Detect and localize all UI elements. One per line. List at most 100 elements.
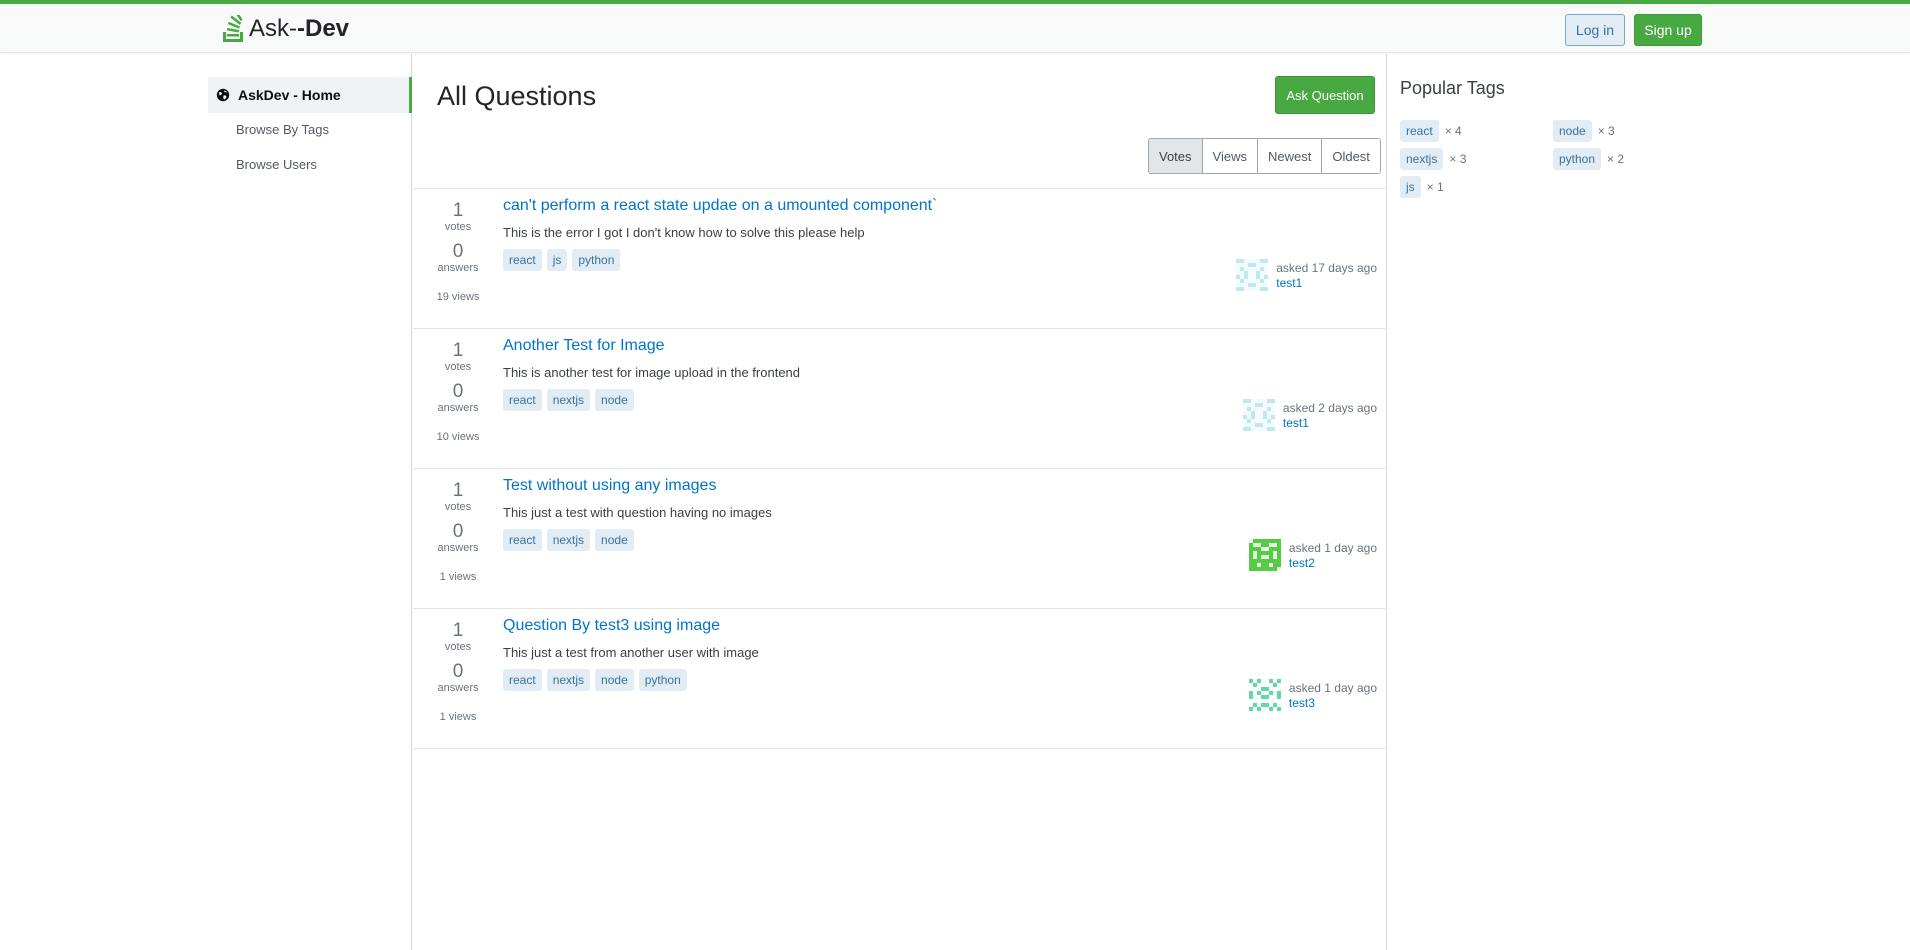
tag[interactable]: react <box>503 249 542 271</box>
asked-time: asked 1 day ago <box>1288 681 1377 695</box>
tag[interactable]: node <box>595 669 634 691</box>
question-list: 1 votes 0 answers 19 views can't perform… <box>413 189 1387 749</box>
view-count: 1 views <box>439 571 477 583</box>
votes-label: votes <box>444 221 472 233</box>
question-title-link[interactable]: can't perform a react state updae on a u… <box>503 197 937 215</box>
tag[interactable]: node <box>595 389 634 411</box>
question-tags: react nextjs node <box>503 529 634 551</box>
question-title-link[interactable]: Test without using any images <box>503 477 716 495</box>
votes-label: votes <box>444 641 472 653</box>
username-link[interactable]: test3 <box>1289 696 1377 711</box>
nav-browse-tags[interactable]: Browse By Tags <box>236 122 329 137</box>
answer-count: 0 <box>452 661 464 682</box>
logo-stack-icon <box>223 15 243 42</box>
question-item: 1 votes 0 answers 1 views Question By te… <box>413 609 1387 749</box>
tag[interactable]: nextjs <box>546 669 591 691</box>
owner-info: asked 1 day ago test2 <box>1289 541 1377 571</box>
nav-home-label: AskDev - Home <box>238 87 341 103</box>
avatar[interactable] <box>1242 399 1275 431</box>
avatar[interactable] <box>1248 539 1281 571</box>
votes-label: votes <box>444 501 472 513</box>
answer-count: 0 <box>452 521 464 542</box>
asked-time: asked 17 days ago <box>1276 261 1377 275</box>
question-owner: asked 2 days ago test1 <box>1242 399 1377 431</box>
view-count: 10 views <box>436 431 480 443</box>
answer-count: 0 <box>452 241 464 262</box>
tag[interactable]: python <box>638 669 687 691</box>
popular-tag[interactable]: js <box>1400 176 1421 198</box>
username-link[interactable]: test1 <box>1276 276 1377 291</box>
question-excerpt: This just a test from another user with … <box>503 645 759 660</box>
vote-count: 1 <box>452 200 464 221</box>
tag[interactable]: nextjs <box>546 529 591 551</box>
tag[interactable]: nextjs <box>546 389 591 411</box>
tag[interactable]: node <box>595 529 634 551</box>
question-stats: 1 votes 0 answers 10 views <box>413 329 503 443</box>
popular-tag-row: python × 2 <box>1553 148 1624 170</box>
left-sidebar: AskDev - Home Browse By Tags Browse User… <box>208 54 412 950</box>
question-title-link[interactable]: Another Test for Image <box>503 337 665 355</box>
owner-info: asked 1 day ago test3 <box>1289 681 1377 711</box>
answers-label: answers <box>437 262 479 274</box>
avatar[interactable] <box>1248 679 1281 711</box>
view-count: 1 views <box>439 711 477 723</box>
popular-tag-row: react × 4 <box>1400 120 1462 142</box>
question-excerpt: This is another test for image upload in… <box>503 365 801 380</box>
question-owner: asked 1 day ago test3 <box>1248 679 1377 711</box>
popular-tags-title: Popular Tags <box>1400 78 1505 98</box>
question-tags: react js python <box>503 249 621 271</box>
asked-time: asked 1 day ago <box>1288 541 1377 555</box>
question-stats: 1 votes 0 answers 1 views <box>413 469 503 583</box>
filter-oldest[interactable]: Oldest <box>1322 139 1380 173</box>
tag[interactable]: react <box>503 669 542 691</box>
question-tags: react nextjs node python <box>503 669 687 691</box>
asked-time: asked 2 days ago <box>1282 401 1377 415</box>
tag[interactable]: js <box>546 249 568 271</box>
vote-count: 1 <box>452 480 464 501</box>
avatar[interactable] <box>1236 259 1269 291</box>
username-link[interactable]: test2 <box>1289 556 1377 571</box>
question-title-link[interactable]: Question By test3 using image <box>503 617 720 635</box>
tag-count: × 3 <box>1449 152 1467 166</box>
tag[interactable]: react <box>503 529 542 551</box>
popular-tag[interactable]: react <box>1400 120 1439 142</box>
username-link[interactable]: test1 <box>1283 416 1377 431</box>
question-item: 1 votes 0 answers 10 views Another Test … <box>413 329 1387 469</box>
tag-count: × 3 <box>1597 124 1615 138</box>
owner-info: asked 2 days ago test1 <box>1283 401 1377 431</box>
main-content: All Questions Ask Question Votes Views N… <box>413 54 1387 950</box>
popular-tag-row: nextjs × 3 <box>1400 148 1466 170</box>
login-button[interactable]: Log in <box>1565 14 1625 46</box>
popular-tag[interactable]: python <box>1553 148 1602 170</box>
tag[interactable]: python <box>572 249 621 271</box>
question-item: 1 votes 0 answers 19 views can't perform… <box>413 189 1387 329</box>
popular-tag[interactable]: node <box>1553 120 1592 142</box>
signup-button[interactable]: Sign up <box>1634 14 1702 46</box>
top-navbar: Ask--Dev Log in Sign up <box>0 0 1910 53</box>
sort-filter-group: Votes Views Newest Oldest <box>1148 138 1381 174</box>
ask-question-button[interactable]: Ask Question <box>1275 76 1375 114</box>
answers-label: answers <box>437 542 479 554</box>
question-stats: 1 votes 0 answers 1 views <box>413 609 503 723</box>
answers-label: answers <box>437 402 479 414</box>
tag-count: × 1 <box>1426 180 1444 194</box>
tag-count: × 2 <box>1607 152 1625 166</box>
filter-newest[interactable]: Newest <box>1257 139 1323 173</box>
question-excerpt: This just a test with question having no… <box>503 505 772 520</box>
filter-views[interactable]: Views <box>1202 139 1258 173</box>
question-tags: react nextjs node <box>503 389 634 411</box>
question-owner: asked 17 days ago test1 <box>1236 259 1377 291</box>
owner-info: asked 17 days ago test1 <box>1276 261 1377 291</box>
answer-count: 0 <box>452 381 464 402</box>
popular-tag[interactable]: nextjs <box>1400 148 1444 170</box>
popular-tag-row: js × 1 <box>1400 176 1444 198</box>
filter-votes[interactable]: Votes <box>1149 139 1203 173</box>
tag-count: × 4 <box>1444 124 1462 138</box>
logo-text: Ask--Dev <box>249 15 350 42</box>
logo[interactable]: Ask--Dev <box>220 14 349 44</box>
globe-icon <box>216 88 230 102</box>
tag[interactable]: react <box>503 389 542 411</box>
answers-label: answers <box>437 682 479 694</box>
nav-home[interactable]: AskDev - Home <box>208 77 412 113</box>
nav-browse-users[interactable]: Browse Users <box>236 157 317 172</box>
